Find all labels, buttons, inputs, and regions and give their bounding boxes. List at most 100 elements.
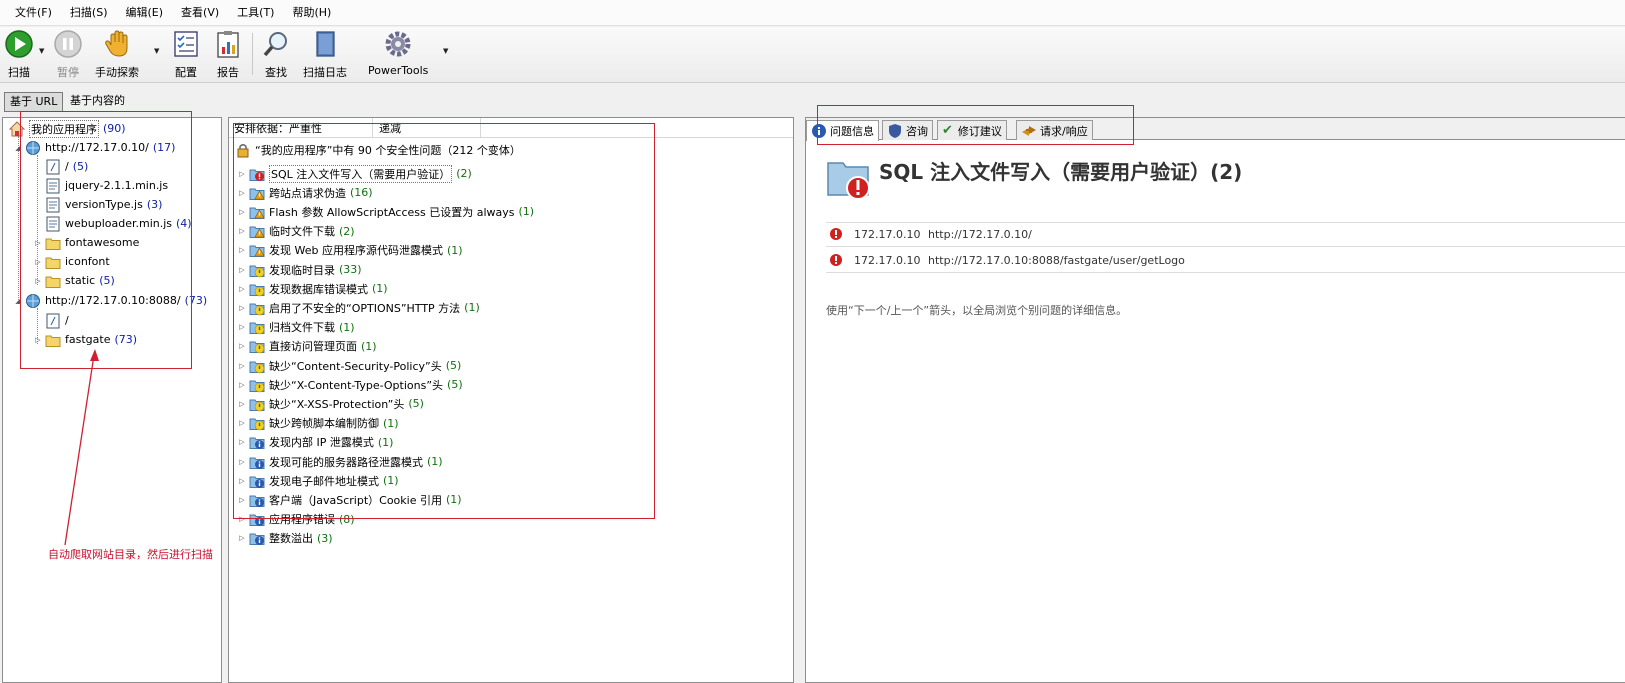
issue-row[interactable]: ▷ 发现 Web 应用程序源代码泄露模式 (1) [237, 241, 463, 260]
tree-root[interactable]: 我的应用程序 (90) [7, 119, 126, 138]
scan-label: 扫描 [8, 66, 30, 79]
expand-icon[interactable]: ▷ [237, 208, 247, 216]
issue-row[interactable]: ▷ 缺少“Content-Security-Policy”头 (5) [237, 356, 461, 375]
view-tabs: 基于 URL 基于内容的 [0, 84, 1625, 114]
divider [826, 222, 1625, 223]
report-button[interactable]: 报告 [213, 29, 243, 80]
error-icon [830, 254, 842, 266]
issue-instance-row[interactable]: 172.17.0.10 http://172.17.0.10:8088/fast… [828, 250, 1185, 270]
issue-row[interactable]: ▷ 发现内部 IP 泄露模式 (1) [237, 433, 393, 452]
expand-icon[interactable]: ▷ [237, 362, 247, 370]
menu-edit[interactable]: 编辑(E) [117, 0, 173, 26]
scan-log-button[interactable]: 扫描日志 [303, 29, 347, 80]
scan-dropdown-icon[interactable]: ▼ [39, 47, 44, 55]
issue-count: (1) [445, 493, 462, 507]
tab-advisory[interactable]: 咨询 [882, 120, 933, 140]
tab-fix-recommendation[interactable]: ✔ 修订建议 [937, 120, 1007, 140]
tree-item-root-path-2[interactable]: / [43, 311, 69, 330]
menu-file[interactable]: 文件(F) [6, 0, 61, 26]
issue-row[interactable]: ▷ SQL 注入文件写入（需要用户验证） (2) [237, 164, 472, 183]
issue-row[interactable]: ▷ 缺少“X-XSS-Protection”头 (5) [237, 394, 424, 413]
sort-order-label[interactable]: 递减 [379, 120, 401, 136]
expand-icon[interactable]: ▷ [237, 381, 247, 389]
tree-folder-static[interactable]: ▷ static (5) [33, 271, 115, 290]
expand-icon[interactable]: ▷ [33, 336, 43, 344]
expand-icon[interactable]: ▷ [33, 239, 43, 247]
issue-label: 发现内部 IP 泄露模式 [269, 436, 374, 450]
collapse-icon[interactable]: ◢ [13, 144, 23, 152]
expand-icon[interactable]: ▷ [237, 170, 247, 178]
manual-dropdown-icon[interactable]: ▼ [154, 47, 159, 55]
high-severity-icon [249, 169, 265, 181]
issue-count: (1) [339, 320, 355, 334]
expand-icon[interactable]: ▷ [237, 515, 247, 523]
instance-url: http://172.17.0.10:8088/fastgate/user/ge… [928, 253, 1185, 267]
issue-row[interactable]: ▷ 缺少跨帧脚本编制防御 (1) [237, 414, 399, 433]
issue-row[interactable]: ▷ 直接访问管理页面 (1) [237, 337, 377, 356]
low-severity-icon [249, 380, 265, 392]
expand-icon[interactable]: ▷ [237, 419, 247, 427]
issue-row[interactable]: ▷ 应用程序错误 (8) [237, 510, 355, 529]
tree-item-label: versionType.js [65, 198, 143, 211]
tree-host-2[interactable]: ◢ http://172.17.0.10:8088/ (73) [13, 291, 207, 310]
tree-item-versiontype[interactable]: versionType.js (3) [43, 195, 162, 214]
manual-explore-button[interactable]: 手动探索 [95, 29, 139, 80]
expand-icon[interactable]: ▷ [237, 189, 247, 197]
expand-icon[interactable]: ▷ [237, 227, 247, 235]
tree-host-2-count: (73) [184, 294, 208, 307]
tree-item-webuploader[interactable]: webuploader.min.js (4) [43, 214, 192, 233]
find-button[interactable]: 查找 [261, 29, 291, 80]
issue-row[interactable]: ▷ 跨站点请求伪造 (16) [237, 183, 373, 202]
tree-item-label: iconfont [65, 255, 110, 268]
expand-icon[interactable]: ▷ [237, 438, 247, 446]
issue-row[interactable]: ▷ 归档文件下载 (1) [237, 318, 355, 337]
menu-help[interactable]: 帮助(H) [283, 0, 340, 26]
issue-row[interactable]: ▷ 发现数据库错误模式 (1) [237, 279, 388, 298]
issue-row[interactable]: ▷ 发现可能的服务器路径泄露模式 (1) [237, 452, 443, 471]
collapse-icon[interactable]: ◢ [13, 297, 23, 305]
tree-folder-iconfont[interactable]: ▷ iconfont [33, 252, 110, 271]
issue-row[interactable]: ▷ 发现电子邮件地址模式 (1) [237, 471, 399, 490]
menu-tools[interactable]: 工具(T) [228, 0, 283, 26]
expand-icon[interactable]: ▷ [237, 496, 247, 504]
tab-issue-info[interactable]: 问题信息 [806, 120, 879, 141]
expand-icon[interactable]: ▷ [237, 246, 247, 254]
expand-icon[interactable]: ▷ [237, 342, 247, 350]
menu-view[interactable]: 查看(V) [172, 0, 228, 26]
issue-row[interactable]: ▷ 缺少“X-Content-Type-Options”头 (5) [237, 375, 463, 394]
config-button[interactable]: 配置 [171, 29, 201, 80]
issue-row[interactable]: ▷ 临时文件下载 (2) [237, 222, 355, 241]
script-file-icon [46, 216, 60, 231]
expand-icon[interactable]: ▷ [237, 477, 247, 485]
expand-icon[interactable]: ▷ [237, 534, 247, 542]
tree-item-jquery[interactable]: jquery-2.1.1.min.js [43, 176, 168, 195]
expand-icon[interactable]: ▷ [237, 323, 247, 331]
tab-url-based[interactable]: 基于 URL [4, 92, 64, 112]
tab-content-based[interactable]: 基于内容的 [65, 92, 130, 112]
find-label: 查找 [265, 66, 287, 79]
expand-icon[interactable]: ▷ [33, 277, 43, 285]
expand-icon[interactable]: ▷ [33, 258, 43, 266]
expand-icon[interactable]: ▷ [237, 285, 247, 293]
pause-button[interactable]: 暂停 [53, 29, 83, 80]
expand-icon[interactable]: ▷ [237, 266, 247, 274]
issue-row[interactable]: ▷ 客户端（JavaScript）Cookie 引用 (1) [237, 490, 462, 509]
scan-button[interactable]: 扫描 [4, 29, 34, 80]
low-severity-icon [249, 418, 265, 431]
tree-folder-fontawesome[interactable]: ▷ fontawesome [33, 233, 139, 252]
expand-icon[interactable]: ▷ [237, 400, 247, 408]
issue-instance-row[interactable]: 172.17.0.10 http://172.17.0.10/ [828, 224, 1032, 244]
issue-row[interactable]: ▷ 整数溢出 (3) [237, 529, 333, 548]
issue-row[interactable]: ▷ 发现临时目录 (33) [237, 260, 362, 279]
powertools-button[interactable]: PowerTools [368, 29, 428, 77]
issue-row[interactable]: ▷ Flash 参数 AllowScriptAccess 已设置为 always(… [237, 202, 534, 221]
tab-request-response[interactable]: 请求/响应 [1016, 120, 1093, 140]
sort-by-label[interactable]: 安排依据：严重性 [234, 120, 322, 136]
expand-icon[interactable]: ▷ [237, 304, 247, 312]
issue-row[interactable]: ▷ 启用了不安全的“OPTIONS”HTTP 方法 (1) [237, 298, 480, 317]
tree-item-root-path[interactable]: / (5) [43, 157, 88, 176]
tree-host-1[interactable]: ◢ http://172.17.0.10/ (17) [13, 138, 175, 157]
menu-scan[interactable]: 扫描(S) [61, 0, 117, 26]
expand-icon[interactable]: ▷ [237, 458, 247, 466]
powertools-dropdown-icon[interactable]: ▼ [443, 47, 448, 55]
